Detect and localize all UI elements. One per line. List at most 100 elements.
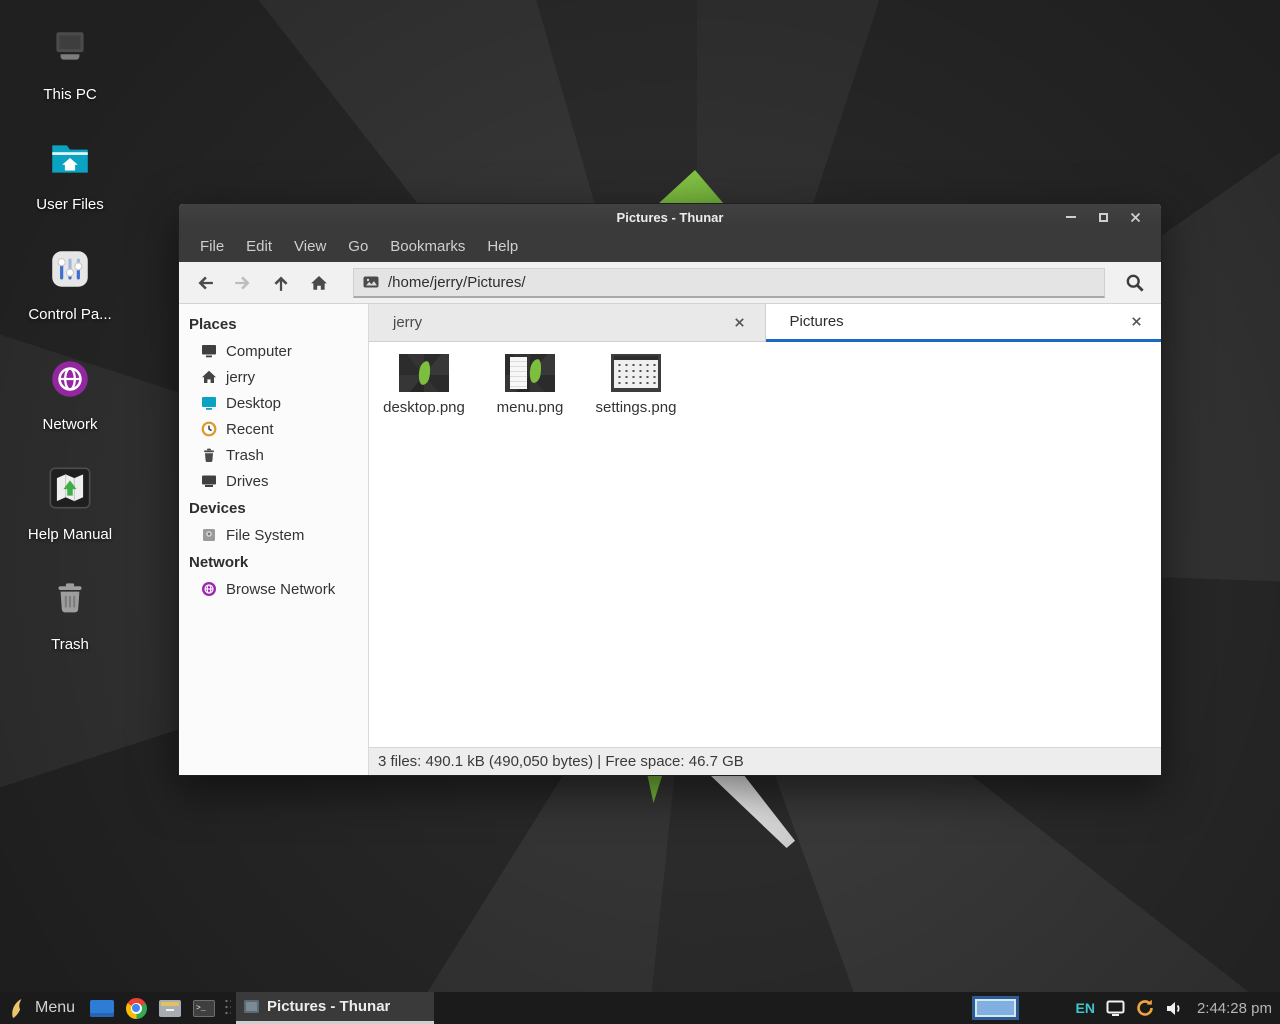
chrome-launcher[interactable] (119, 992, 153, 1024)
close-icon (734, 317, 745, 328)
menu-edit[interactable]: Edit (235, 230, 283, 262)
trash-icon (201, 447, 217, 463)
desktop-icon-user-files[interactable]: User Files (18, 136, 122, 236)
maximize-button[interactable] (1087, 204, 1119, 230)
path-text: /home/jerry/Pictures/ (388, 274, 526, 291)
file-settings-png[interactable]: settings.png (585, 354, 687, 416)
maximize-icon (1099, 213, 1108, 222)
forward-icon (234, 274, 252, 292)
image-thumbnail (399, 354, 449, 392)
sidebar-item-browse-network[interactable]: Browse Network (179, 576, 368, 602)
file-desktop-png[interactable]: desktop.png (373, 354, 475, 416)
tasklist-drag-handle[interactable] (224, 998, 231, 1018)
tab-jerry[interactable]: jerry (369, 304, 766, 342)
chrome-icon (126, 998, 147, 1019)
user-files-folder-icon (47, 136, 93, 187)
sidebar-item-label: Recent (226, 421, 274, 438)
keyboard-layout-indicator[interactable]: EN (1075, 1000, 1094, 1016)
desktop-icon-label: Network (42, 416, 97, 433)
sidebar-item-label: Computer (226, 343, 292, 360)
search-button[interactable] (1117, 266, 1153, 300)
desktop-icon-this-pc[interactable]: This PC (18, 26, 122, 126)
desktop-icon-help-manual[interactable]: Help Manual (18, 464, 122, 564)
sidebar-item-file-system[interactable]: File System (179, 522, 368, 548)
taskbar: Menu >_ Pictures - Thunar EN 2:44:28 pm (0, 992, 1280, 1024)
sidebar-item-recent[interactable]: Recent (179, 416, 368, 442)
file-cabinet-icon (159, 1000, 181, 1017)
up-button[interactable] (263, 266, 299, 300)
green-feather-graphic (528, 358, 542, 383)
close-icon (1130, 212, 1141, 223)
desktop-icon-label: Trash (51, 636, 89, 653)
computer-icon (201, 343, 217, 359)
close-button[interactable] (1119, 204, 1151, 230)
sidebar-item-desktop[interactable]: Desktop (179, 390, 368, 416)
green-feather-graphic (417, 360, 431, 385)
status-bar: 3 files: 490.1 kB (490,050 bytes) | Free… (369, 747, 1161, 775)
home-button[interactable] (301, 266, 337, 300)
start-menu-button[interactable]: Menu (0, 992, 85, 1024)
desktop-icon-control-panel[interactable]: Control Pa... (18, 246, 122, 346)
minimize-button[interactable] (1055, 204, 1087, 230)
up-icon (272, 274, 290, 292)
back-button[interactable] (187, 266, 223, 300)
search-icon (1125, 273, 1145, 293)
file-menu-png[interactable]: menu.png (479, 354, 581, 416)
toolbar: /home/jerry/Pictures/ (179, 262, 1161, 304)
tab-close-button[interactable] (731, 314, 749, 332)
drives-icon (201, 473, 217, 489)
menu-bookmarks[interactable]: Bookmarks (379, 230, 476, 262)
menu-view[interactable]: View (283, 230, 337, 262)
sidebar-header-network: Network (179, 548, 368, 576)
thunar-mini-icon (244, 1000, 259, 1013)
file-name: desktop.png (383, 399, 465, 416)
window-titlebar[interactable]: Pictures - Thunar (179, 204, 1161, 230)
updates-tray-icon[interactable] (1135, 998, 1155, 1018)
settings-body-graphic (614, 360, 658, 388)
image-thumbnail (505, 354, 555, 392)
tab-bar: jerry Pictures (369, 304, 1161, 342)
taskbar-window-button[interactable]: Pictures - Thunar (236, 992, 434, 1024)
menu-file[interactable]: File (189, 230, 235, 262)
wallpaper-feather-white-blade (711, 776, 795, 848)
tab-close-button[interactable] (1127, 313, 1145, 331)
tab-pictures[interactable]: Pictures (766, 304, 1162, 342)
terminal-launcher[interactable]: >_ (187, 992, 221, 1024)
menu-bar: File Edit View Go Bookmarks Help (179, 230, 1161, 262)
desktop-display-icon (201, 395, 217, 411)
image-file-icon (363, 274, 379, 290)
sidebar-item-computer[interactable]: Computer (179, 338, 368, 364)
close-icon (1131, 316, 1142, 327)
desktop-icon-label: User Files (36, 196, 104, 213)
help-manual-icon (46, 464, 94, 517)
sidebar-item-trash[interactable]: Trash (179, 442, 368, 468)
path-bar[interactable]: /home/jerry/Pictures/ (353, 268, 1105, 298)
sidebar-item-drives[interactable]: Drives (179, 468, 368, 494)
clock[interactable]: 2:44:28 pm (1197, 1000, 1272, 1017)
network-globe-icon (47, 356, 93, 407)
sidebar-item-label: Desktop (226, 395, 281, 412)
volume-tray-icon[interactable] (1165, 1000, 1183, 1017)
minimize-icon (1066, 216, 1076, 218)
file-name: menu.png (497, 399, 564, 416)
display-tray-icon[interactable] (1106, 1000, 1125, 1017)
system-tray: EN 2:44:28 pm (972, 996, 1280, 1020)
sidebar-item-label: Drives (226, 473, 269, 490)
wallpaper-feather-green-tip (658, 170, 724, 204)
desktop-icon-network[interactable]: Network (18, 356, 122, 456)
browse-network-globe-icon (201, 581, 217, 597)
hard-drive-icon (201, 527, 217, 543)
menu-go[interactable]: Go (337, 230, 379, 262)
show-desktop-launcher[interactable] (85, 992, 119, 1024)
file-list[interactable]: desktop.png menu.png (369, 342, 1161, 747)
active-workspace[interactable] (975, 999, 1016, 1017)
forward-button[interactable] (225, 266, 261, 300)
terminal-icon: >_ (193, 1000, 215, 1017)
file-manager-launcher[interactable] (153, 992, 187, 1024)
blue-display-icon (90, 1000, 114, 1017)
workspace-switcher[interactable] (972, 996, 1019, 1020)
sidebar-item-jerry[interactable]: jerry (179, 364, 368, 390)
desktop-icon-label: Help Manual (28, 526, 112, 543)
desktop-icon-trash[interactable]: Trash (18, 576, 122, 676)
menu-help[interactable]: Help (476, 230, 529, 262)
